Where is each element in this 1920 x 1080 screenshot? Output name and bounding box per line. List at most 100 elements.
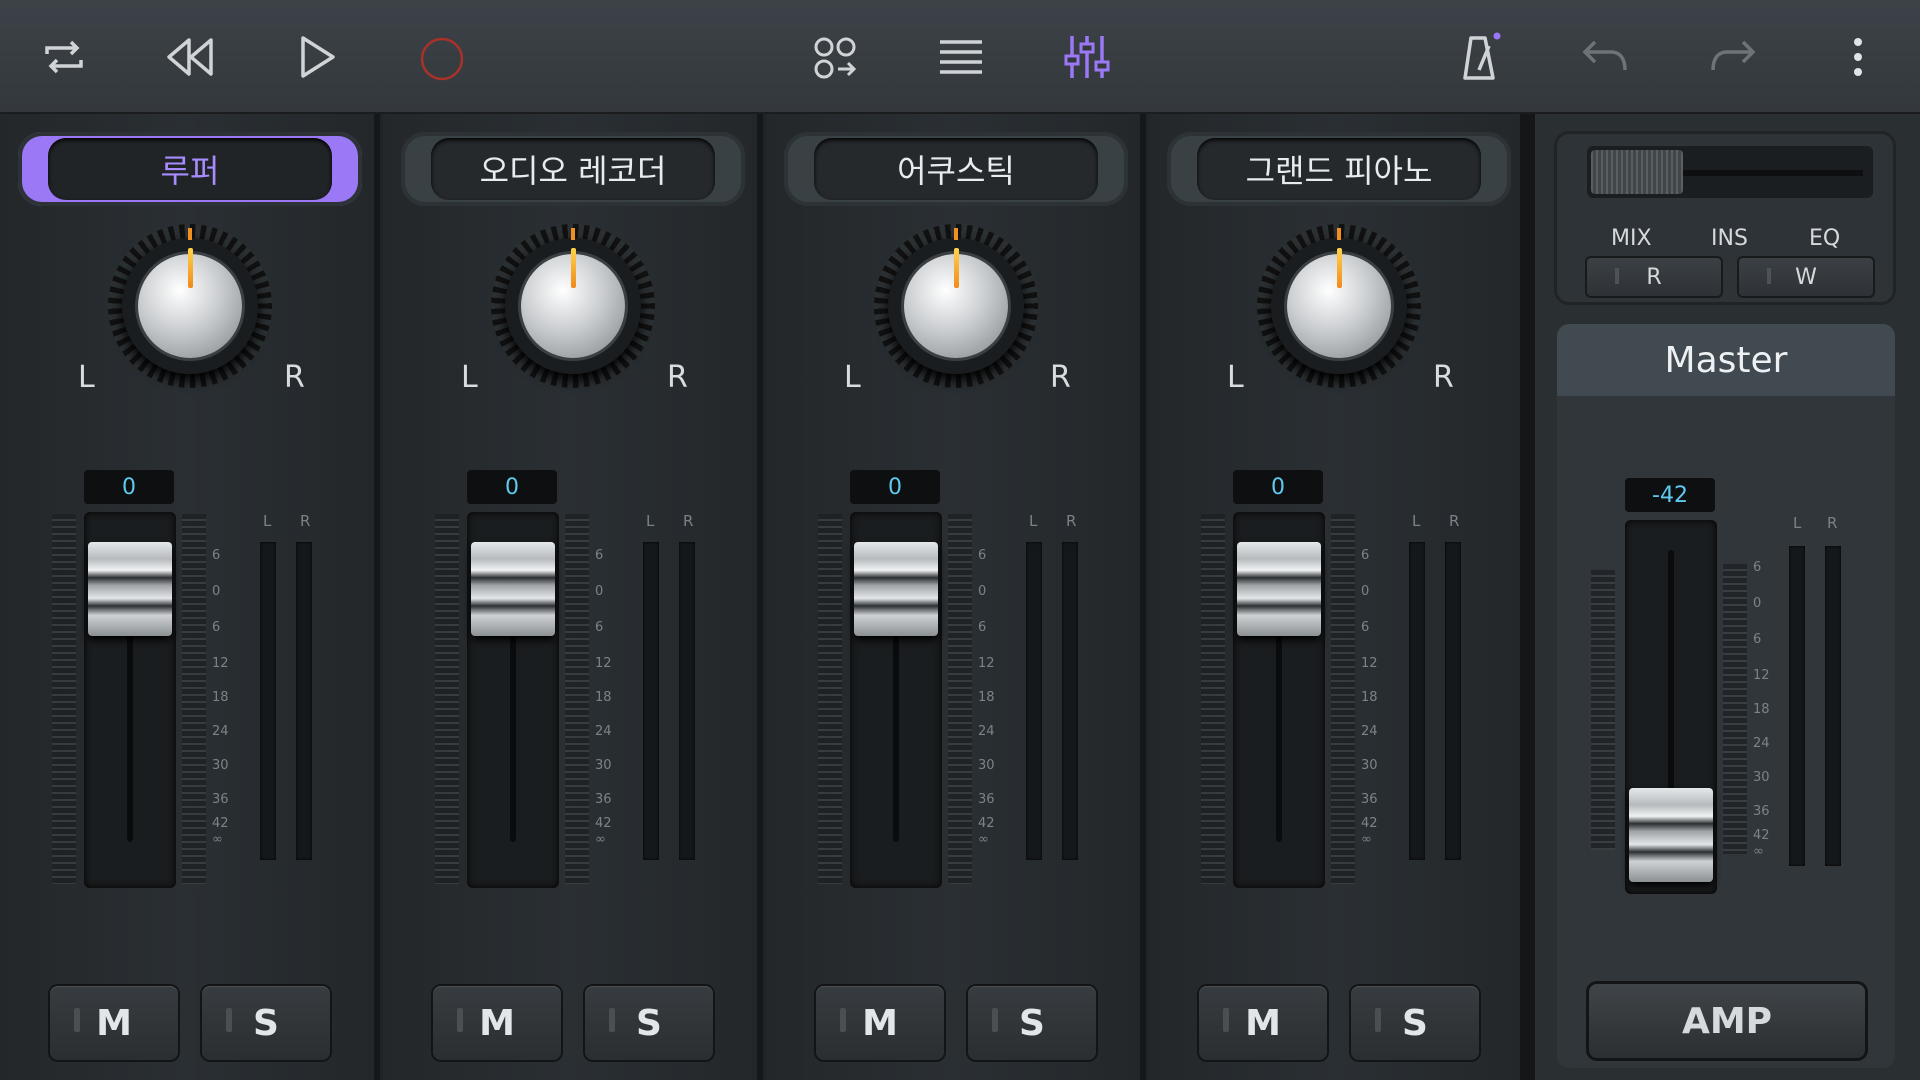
volume-readout: 0 [850, 470, 940, 504]
mixer-scrollbar[interactable] [1520, 114, 1535, 1080]
record-button[interactable] [407, 22, 477, 92]
fader-scale-left [52, 514, 76, 884]
meter-right-label: R [1066, 512, 1077, 530]
channel-name-button[interactable]: 어쿠스틱 [784, 132, 1128, 206]
meter-left-label: L [646, 512, 655, 530]
volume-readout: 0 [1233, 470, 1323, 504]
channel-name: 그랜드 피아노 [1197, 138, 1481, 200]
mute-button[interactable]: M [50, 986, 178, 1060]
list-button[interactable] [926, 22, 996, 92]
master-volume-fader[interactable] [1625, 520, 1717, 894]
channel-name: 오디오 레코더 [431, 138, 715, 200]
tab-eq[interactable]: EQ [1809, 226, 1840, 251]
fader-handle[interactable] [1237, 542, 1321, 636]
tracks-button[interactable] [800, 22, 870, 92]
master-volume-readout: -42 [1625, 478, 1715, 512]
volume-fader[interactable] [84, 512, 176, 888]
pan-right-label: R [284, 360, 305, 395]
list-icon [940, 40, 982, 74]
pan-knob[interactable] [108, 224, 272, 388]
level-meter-left [1026, 542, 1042, 860]
master-level-meter-left [1789, 546, 1805, 866]
level-meter-right [1445, 542, 1461, 860]
pan-knob[interactable] [1257, 224, 1421, 388]
redo-icon [1711, 40, 1756, 71]
level-meter-right [679, 542, 695, 860]
fader-handle[interactable] [854, 542, 938, 636]
level-meter-right [1062, 542, 1078, 860]
solo-button[interactable]: S [968, 986, 1096, 1060]
fader-scale-left [818, 514, 842, 884]
master-title: Master [1557, 324, 1895, 396]
pan-right-label: R [1433, 360, 1454, 395]
play-icon [301, 36, 335, 78]
channel-name-button[interactable]: 루퍼 [18, 132, 362, 206]
master-panel: MIX INS EQ R W Master -42 6 0 6 12 18 24 30 36 4… [1535, 114, 1920, 1080]
tab-ins[interactable]: INS [1711, 226, 1748, 251]
pan-right-label: R [1050, 360, 1071, 395]
channel-name-button[interactable]: 오디오 레코더 [401, 132, 745, 206]
pan-left-label: L [78, 360, 95, 395]
solo-button[interactable]: S [585, 986, 713, 1060]
fader-handle[interactable] [471, 542, 555, 636]
pan-knob[interactable] [874, 224, 1038, 388]
meter-left-label: L [1029, 512, 1038, 530]
master-db-scale: 6 0 6 12 18 24 30 36 42 ∞ [1753, 560, 1770, 859]
mute-button[interactable]: M [816, 986, 944, 1060]
fader-scale-left [435, 514, 459, 884]
channel-strip-2: 오디오 레코더 L R 0 6 0 6 12 18 24 30 36 42 ∞ L R M S [383, 114, 763, 1080]
mixer-area: 루퍼 L R 0 6 0 6 12 18 24 30 36 42 ∞ L R M S 오디오 레코… [0, 114, 1535, 1080]
more-button[interactable] [1823, 22, 1893, 92]
meter-left-label: L [1412, 512, 1421, 530]
fader-scale-right [565, 514, 589, 884]
rewind-icon [167, 38, 213, 76]
mute-button[interactable]: M [1199, 986, 1327, 1060]
volume-fader[interactable] [1233, 512, 1325, 888]
db-scale: 6 0 6 12 18 24 30 36 42 ∞ [978, 548, 995, 847]
solo-button[interactable]: S [1351, 986, 1479, 1060]
fader-scale-left [1201, 514, 1225, 884]
play-button[interactable] [281, 22, 351, 92]
metronome-icon [1463, 32, 1501, 80]
master-meter-left-label: L [1793, 514, 1802, 532]
view-slider-handle[interactable] [1591, 150, 1683, 194]
redo-button[interactable] [1697, 22, 1767, 92]
level-meter-left [260, 542, 276, 860]
pan-left-label: L [461, 360, 478, 395]
mixer-icon [1064, 36, 1110, 78]
tab-mix[interactable]: MIX [1611, 226, 1652, 251]
undo-icon [1582, 40, 1627, 71]
volume-readout: 0 [467, 470, 557, 504]
write-automation-button[interactable]: W [1739, 258, 1873, 296]
volume-readout: 0 [84, 470, 174, 504]
rewind-button[interactable] [155, 22, 225, 92]
master-scale-left [1591, 570, 1615, 850]
db-scale: 6 0 6 12 18 24 30 36 42 ∞ [212, 548, 229, 847]
amp-button[interactable]: AMP [1589, 984, 1865, 1058]
meter-right-label: R [1449, 512, 1460, 530]
master-meter-right-label: R [1827, 514, 1838, 532]
volume-fader[interactable] [467, 512, 559, 888]
mixer-button[interactable] [1052, 22, 1122, 92]
view-slider[interactable] [1587, 146, 1873, 198]
meter-right-label: R [300, 512, 311, 530]
undo-button[interactable] [1571, 22, 1641, 92]
fader-scale-right [948, 514, 972, 884]
pan-right-label: R [667, 360, 688, 395]
pan-knob[interactable] [491, 224, 655, 388]
solo-button[interactable]: S [202, 986, 330, 1060]
fader-handle[interactable] [88, 542, 172, 636]
meter-left-label: L [263, 512, 272, 530]
volume-fader[interactable] [850, 512, 942, 888]
read-automation-button[interactable]: R [1587, 258, 1721, 296]
level-meter-right [296, 542, 312, 860]
channel-strip-3: 어쿠스틱 L R 0 6 0 6 12 18 24 30 36 42 ∞ L R M S [766, 114, 1146, 1080]
loop-button[interactable] [29, 22, 99, 92]
channel-name-button[interactable]: 그랜드 피아노 [1167, 132, 1511, 206]
metronome-button[interactable] [1445, 22, 1515, 92]
mute-button[interactable]: M [433, 986, 561, 1060]
level-meter-left [1409, 542, 1425, 860]
master-fader-handle[interactable] [1629, 788, 1713, 882]
more-icon [1854, 38, 1862, 76]
view-switcher: MIX INS EQ R W [1557, 134, 1893, 302]
